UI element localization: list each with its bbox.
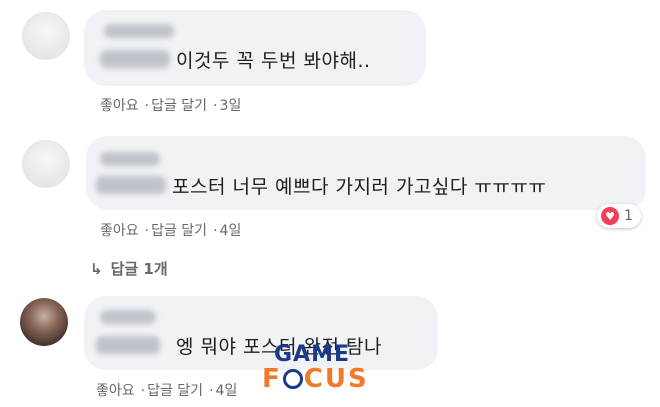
reply-link[interactable]: 답글 달기 [151,98,207,114]
separator: · [144,223,150,239]
reply-arrow-icon: ↳ [90,260,103,278]
comment-bubble: 이것두 꼭 두번 봐야해.. [84,10,426,86]
timestamp[interactable]: 3일 [220,98,242,114]
redacted-tag [96,336,160,354]
view-replies-label: 답글 1개 [110,260,168,278]
separator: · [213,223,218,239]
separator: · [209,383,214,399]
commenter-avatar[interactable] [22,140,70,188]
redacted-tag [96,176,166,194]
timestamp[interactable]: 4일 [220,223,242,239]
comment-actions: 좋아요 · 답글 달기 · 4일 [96,380,239,400]
comment-bubble: 포스터 너무 예쁘다 가지러 가고싶다 ㅠㅠㅠㅠ [86,136,646,210]
reaction-count[interactable]: ♥ 1 [597,204,641,228]
commenter-avatar[interactable] [22,12,70,60]
timestamp[interactable]: 4일 [216,383,238,399]
like-link[interactable]: 좋아요 [100,98,139,114]
separator: · [213,98,218,114]
comment-actions: 좋아요 · 답글 달기 · 4일 [100,220,243,240]
like-link[interactable]: 좋아요 [96,383,135,399]
comment-actions: 좋아요 · 답글 달기 · 3일 [100,95,243,115]
redacted-name [100,152,160,166]
like-link[interactable]: 좋아요 [100,223,139,239]
redacted-tag [100,50,170,68]
comment-text: 엥 뭐야 포스터 완전 탐나 [176,336,382,358]
reply-link[interactable]: 답글 달기 [147,383,203,399]
view-replies-link[interactable]: ↳ 답글 1개 [90,258,168,279]
commenter-avatar[interactable] [20,298,68,346]
comment-text: 포스터 너무 예쁘다 가지러 가고싶다 ㅠㅠㅠㅠ [172,176,547,198]
separator: · [144,98,150,114]
comment-text: 이것두 꼭 두번 봐야해.. [176,50,371,72]
reaction-count-value: 1 [624,208,633,224]
comment-bubble: 엥 뭐야 포스터 완전 탐나 [84,296,438,370]
separator: · [140,383,146,399]
redacted-name [104,24,174,38]
redacted-name [100,310,156,324]
watermark-o-ring [282,369,303,389]
heart-icon: ♥ [601,207,619,225]
reply-link[interactable]: 답글 달기 [151,223,207,239]
